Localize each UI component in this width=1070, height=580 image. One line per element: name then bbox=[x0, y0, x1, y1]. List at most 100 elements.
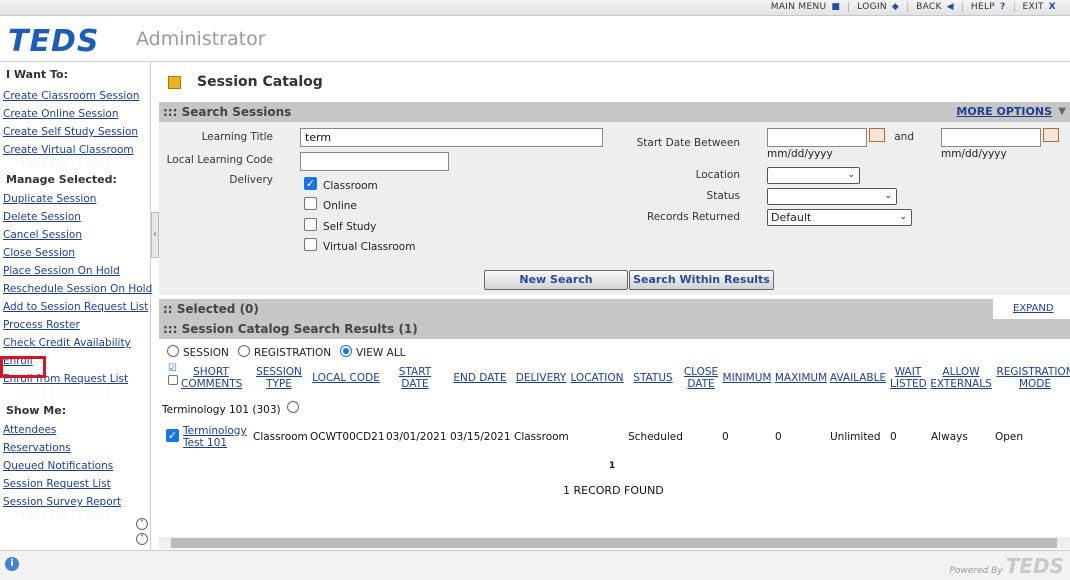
catalog-icon bbox=[168, 75, 181, 89]
select-all-checkbox[interactable] bbox=[168, 375, 178, 385]
col-local-code[interactable]: LOCAL CODE bbox=[309, 372, 383, 384]
search-within-results-button[interactable]: Search Within Results bbox=[629, 270, 774, 290]
row-checkbox[interactable]: ✓ bbox=[166, 429, 179, 442]
exit-icon: X bbox=[1048, 2, 1056, 12]
chevron-down-icon: ⌄ bbox=[899, 212, 907, 222]
col-minimum[interactable]: MINIMUM bbox=[721, 372, 773, 384]
col-location[interactable]: LOCATION bbox=[569, 372, 625, 384]
group-radio[interactable] bbox=[287, 401, 299, 413]
session-survey-report-link[interactable]: Session Survey Report bbox=[0, 493, 150, 511]
scrollbar-thumb[interactable] bbox=[171, 538, 1057, 548]
col-allow-externals[interactable]: ALLOW EXTERNALS bbox=[929, 366, 993, 390]
self-study-checkbox[interactable] bbox=[304, 218, 317, 231]
help-label: HELP bbox=[970, 2, 995, 12]
cell-delivery: Classroom bbox=[514, 431, 569, 443]
create-self-study-session-link[interactable]: Create Self Study Session bbox=[0, 123, 150, 141]
col-registration-mode[interactable]: REGISTRATION MODE bbox=[995, 366, 1070, 390]
delete-session-link[interactable]: Delete Session bbox=[0, 208, 150, 226]
col-end-date[interactable]: END DATE bbox=[449, 372, 511, 384]
info-icon[interactable]: i bbox=[5, 557, 19, 571]
results-heading: ::: Session Catalog Search Results (1) bbox=[159, 319, 1070, 339]
attendees-link[interactable]: Attendees bbox=[0, 421, 150, 439]
search-sessions-bar: ::: Search Sessions MORE OPTIONS ▼ bbox=[159, 102, 1070, 122]
col-status[interactable]: STATUS bbox=[631, 372, 675, 384]
footer-logo: TEDS bbox=[1005, 554, 1064, 578]
col-wait-listed[interactable]: WAIT LISTED bbox=[890, 366, 927, 390]
col-session-type[interactable]: SESSION TYPE bbox=[251, 366, 307, 390]
create-virtual-classroom-link[interactable]: Create Virtual Classroom bbox=[0, 141, 150, 159]
process-roster-link[interactable]: Process Roster bbox=[0, 316, 150, 334]
records-returned-select[interactable]: Default ⌄ bbox=[767, 209, 912, 226]
main-menu-link[interactable]: MAIN MENU ■ bbox=[763, 2, 848, 12]
view-all-radio-label: VIEW ALL bbox=[356, 347, 406, 359]
app-subtitle: Administrator bbox=[136, 28, 266, 50]
chevron-down-icon: ⌄ bbox=[847, 170, 855, 180]
registration-radio-label: REGISTRATION bbox=[254, 347, 332, 359]
classroom-checkbox[interactable]: ✓ bbox=[304, 177, 317, 190]
cell-session-type: Classroom bbox=[253, 431, 308, 443]
reschedule-session-on-hold-link[interactable]: Reschedule Session On Hold bbox=[0, 280, 152, 298]
calendar-icon[interactable] bbox=[869, 128, 885, 142]
queued-notifications-link[interactable]: Queued Notifications bbox=[0, 457, 150, 475]
col-short-comments[interactable]: SHORT COMMENTS bbox=[181, 366, 242, 390]
page-title: Session Catalog bbox=[197, 74, 323, 90]
cell-registration-mode: Open bbox=[995, 431, 1024, 443]
scroll-up-icon[interactable]: ˄ bbox=[136, 518, 148, 530]
page-number[interactable]: 1 bbox=[609, 461, 615, 471]
location-label: Location bbox=[695, 169, 740, 181]
session-radio[interactable] bbox=[167, 345, 179, 357]
teds-logo: TEDS bbox=[8, 24, 100, 59]
col-available[interactable]: AVAILABLE bbox=[829, 372, 887, 384]
session-request-list-link[interactable]: Session Request List bbox=[0, 475, 150, 493]
sidebar-collapse-handle[interactable]: ‹ bbox=[151, 212, 159, 258]
back-link[interactable]: BACK ◀ bbox=[907, 2, 962, 12]
create-classroom-session-link[interactable]: Create Classroom Session bbox=[0, 87, 150, 105]
horizontal-scrollbar[interactable] bbox=[159, 537, 1070, 549]
view-all-radio[interactable] bbox=[340, 345, 352, 357]
col-delivery[interactable]: DELIVERY bbox=[513, 372, 569, 384]
place-session-on-hold-link[interactable]: Place Session On Hold bbox=[0, 262, 150, 280]
exit-label: EXIT bbox=[1022, 2, 1044, 12]
learning-title-input[interactable]: term bbox=[300, 128, 603, 147]
session-radio-label: SESSION bbox=[183, 347, 229, 359]
online-checkbox[interactable] bbox=[304, 197, 317, 210]
col-start-date[interactable]: START DATE bbox=[391, 366, 439, 390]
new-search-button[interactable]: New Search bbox=[484, 270, 628, 290]
main-menu-label: MAIN MENU bbox=[770, 2, 827, 12]
location-select[interactable]: ⌄ bbox=[767, 167, 860, 184]
help-link[interactable]: HELP? bbox=[961, 2, 1014, 12]
show-me-heading: Show Me: bbox=[6, 404, 67, 417]
cancel-session-link[interactable]: Cancel Session bbox=[0, 226, 150, 244]
expand-arrow-icon[interactable]: ▼ bbox=[1058, 102, 1066, 122]
local-code-input[interactable] bbox=[300, 152, 449, 171]
exit-link[interactable]: EXIT X bbox=[1013, 2, 1064, 12]
virtual-classroom-checkbox[interactable] bbox=[304, 238, 317, 251]
start-date-from-input[interactable] bbox=[767, 128, 867, 147]
expand-link[interactable]: EXPAND bbox=[993, 299, 1070, 319]
session-title-link[interactable]: Terminology Test 101 bbox=[183, 425, 249, 449]
scroll-down-icon[interactable]: ˅ bbox=[136, 533, 148, 545]
status-label: Status bbox=[706, 190, 740, 202]
col-maximum[interactable]: MAXIMUM bbox=[773, 372, 829, 384]
col-close-date[interactable]: CLOSE DATE bbox=[681, 366, 721, 390]
add-to-session-request-list-link[interactable]: Add to Session Request List bbox=[0, 298, 150, 316]
status-select[interactable]: ⌄ bbox=[767, 188, 897, 205]
close-session-link[interactable]: Close Session bbox=[0, 244, 150, 262]
cell-local-code: OCWT00CD21 bbox=[310, 431, 385, 443]
more-options-link[interactable]: MORE OPTIONS bbox=[956, 102, 1052, 122]
create-online-session-link[interactable]: Create Online Session bbox=[0, 105, 150, 123]
duplicate-session-link[interactable]: Duplicate Session bbox=[0, 190, 150, 208]
group-label: Terminology 101 (303) bbox=[162, 404, 281, 416]
back-label: BACK bbox=[916, 2, 942, 12]
top-nav: MAIN MENU ■ LOGIN ◆ BACK ◀ HELP? EXIT X bbox=[0, 0, 1070, 16]
registration-radio[interactable] bbox=[238, 345, 250, 357]
check-credit-availability-link[interactable]: Check Credit Availability bbox=[0, 334, 150, 352]
reservations-link[interactable]: Reservations bbox=[0, 439, 150, 457]
check-all-icon[interactable]: ☑ bbox=[168, 363, 177, 374]
enroll-highlight bbox=[0, 356, 46, 378]
calendar-icon[interactable] bbox=[1043, 128, 1059, 142]
start-date-to-input[interactable] bbox=[941, 128, 1041, 147]
login-link[interactable]: LOGIN ◆ bbox=[848, 2, 907, 12]
self-study-label: Self Study bbox=[323, 221, 377, 233]
search-sessions-heading: ::: Search Sessions bbox=[163, 105, 292, 119]
